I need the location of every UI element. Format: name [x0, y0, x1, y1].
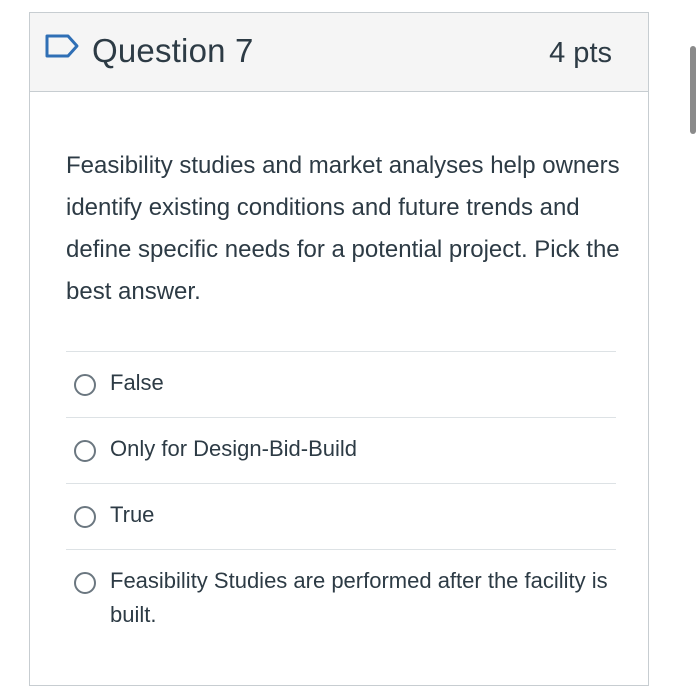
- question-title: Question 7: [92, 32, 254, 69]
- question-header: Question 7 4 pts: [30, 13, 648, 92]
- radio-button[interactable]: [74, 374, 96, 396]
- answer-list: False Only for Design-Bid-Build True Fea…: [66, 351, 616, 646]
- answer-option[interactable]: Feasibility Studies are performed after …: [66, 549, 616, 646]
- answer-label[interactable]: False: [110, 366, 616, 400]
- bookmark-flag-icon[interactable]: [44, 33, 80, 59]
- answer-option[interactable]: True: [66, 483, 616, 549]
- answer-option[interactable]: Only for Design-Bid-Build: [66, 417, 616, 483]
- answer-label[interactable]: Feasibility Studies are performed after …: [110, 564, 616, 632]
- answer-option[interactable]: False: [66, 351, 616, 417]
- question-card: Question 7 4 pts Feasibility studies and…: [29, 12, 649, 686]
- answer-label[interactable]: Only for Design-Bid-Build: [110, 432, 616, 466]
- radio-button[interactable]: [74, 440, 96, 462]
- radio-button[interactable]: [74, 572, 96, 594]
- scrollbar-thumb[interactable]: [690, 46, 696, 134]
- answer-label[interactable]: True: [110, 498, 616, 532]
- question-points: 4 pts: [549, 37, 612, 69]
- question-text: Feasibility studies and market analyses …: [66, 152, 620, 305]
- radio-button[interactable]: [74, 506, 96, 528]
